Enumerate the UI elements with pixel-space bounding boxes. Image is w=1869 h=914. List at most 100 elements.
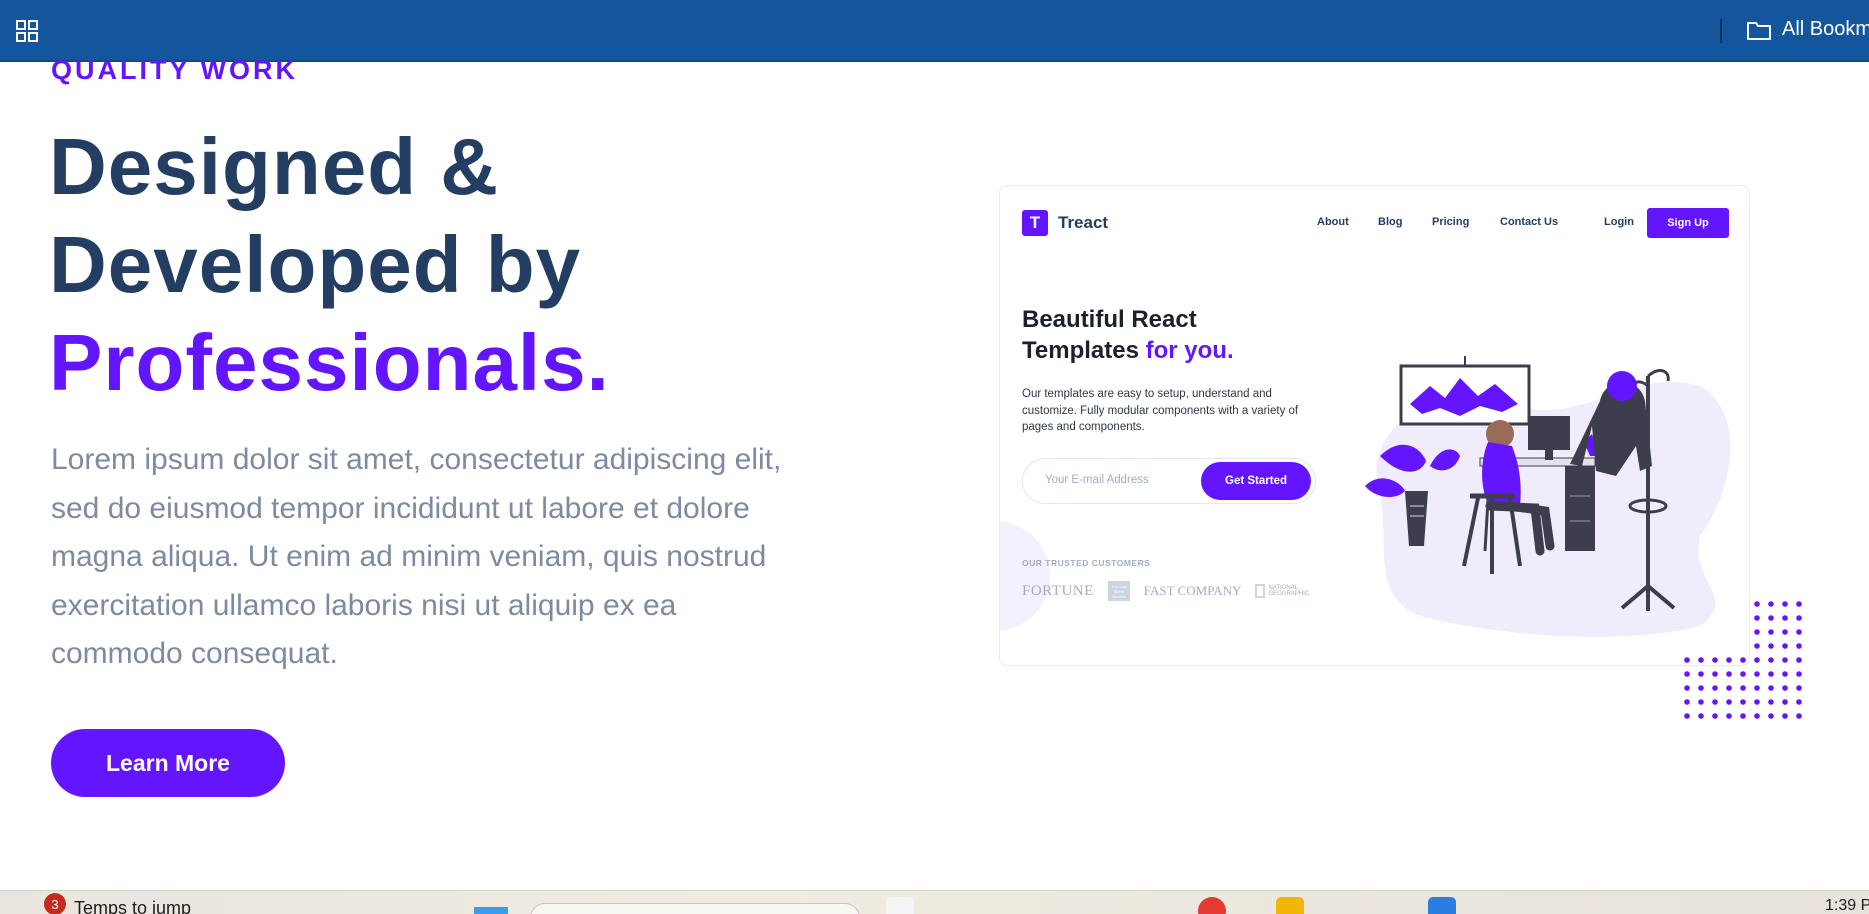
decorative-dot [1712, 671, 1718, 677]
all-bookmarks-label: All Bookmarks [1782, 18, 1869, 40]
folder-icon [1747, 21, 1771, 40]
decorative-dot [1754, 629, 1760, 635]
decorative-dot [1796, 685, 1802, 691]
preview-signup-button[interactable]: Sign Up [1647, 208, 1729, 238]
decorative-dot [1754, 699, 1760, 705]
taskbar-app-icon[interactable] [1428, 897, 1456, 914]
fortune-logo: FORTUNE [1022, 582, 1094, 599]
decorative-blob [1000, 521, 1050, 631]
decorative-dot [1740, 671, 1746, 677]
folder-icon[interactable] [1276, 897, 1304, 914]
preview-nav-blog[interactable]: Blog [1378, 216, 1402, 228]
decorative-dot [1768, 671, 1774, 677]
preview-title-line-2: Templates [1022, 337, 1139, 364]
decorative-dot [1726, 685, 1732, 691]
hero-kicker: QUALITY WORK [51, 55, 298, 85]
decorative-dot [1782, 699, 1788, 705]
decorative-dot [1726, 699, 1732, 705]
screen: All Bookmarks QUALITY WORK Designed & De… [0, 0, 1869, 914]
notification-badge[interactable]: 3 [44, 893, 66, 914]
preview-description: Our templates are easy to setup, underst… [1022, 388, 1299, 433]
decorative-dot [1782, 657, 1788, 663]
natgeo-frame-icon [1255, 584, 1266, 598]
decorative-dot [1768, 657, 1774, 663]
wsj-logo: The Wall Street Journal [1107, 581, 1130, 601]
decorative-dot [1796, 713, 1802, 719]
preview-get-started-button[interactable]: Get Started [1201, 462, 1311, 500]
decorative-dot [1768, 643, 1774, 649]
decorative-dot [1796, 643, 1802, 649]
decorative-dot [1782, 685, 1788, 691]
taskbar-news-widget[interactable]: Temps to jump [74, 898, 191, 914]
preview-title-accent: for you. [1145, 337, 1234, 364]
decorative-dot [1684, 685, 1690, 691]
decorative-dot [1740, 657, 1746, 663]
decorative-dot [1768, 629, 1774, 635]
hero-headline: Designed & Developed by Professionals. [49, 118, 610, 412]
learn-more-button[interactable]: Learn More [51, 729, 285, 797]
template-preview-card: T Treact About Blog Pricing Contact Us L… [999, 185, 1750, 666]
decorative-dot [1796, 657, 1802, 663]
national-geographic-logo: NATIONAL GEOGRAPHIC [1255, 584, 1309, 598]
decorative-dot [1768, 699, 1774, 705]
decorative-dot [1698, 657, 1704, 663]
preview-nav-about[interactable]: About [1317, 216, 1349, 228]
decorative-dot [1698, 699, 1704, 705]
decorative-dot [1782, 601, 1788, 607]
decorative-dot [1754, 713, 1760, 719]
decorative-dot [1754, 643, 1760, 649]
windows-start-icon[interactable] [474, 907, 508, 914]
decorative-dot [1740, 713, 1746, 719]
decorative-dot [1796, 699, 1802, 705]
decorative-dot [1712, 699, 1718, 705]
decorative-dot [1754, 615, 1760, 621]
decorative-dot [1782, 713, 1788, 719]
headline-accent: Professionals. [49, 318, 610, 407]
decorative-dot [1726, 713, 1732, 719]
headline-line-2: Developed by [49, 220, 582, 309]
decorative-dot [1740, 685, 1746, 691]
decorative-dot [1698, 713, 1704, 719]
grid-icon[interactable] [16, 20, 38, 42]
preview-customer-logos: FORTUNE The Wall Street Journal FAST COM… [1022, 581, 1309, 601]
taskbar-app-icon[interactable] [1198, 897, 1226, 914]
taskbar-app-icon[interactable] [886, 897, 914, 914]
decorative-dot [1796, 601, 1802, 607]
preview-brand-name: Treact [1058, 213, 1109, 232]
decorative-dot [1796, 671, 1802, 677]
decorative-dot [1754, 601, 1760, 607]
decorative-dot [1684, 671, 1690, 677]
decorative-dot [1796, 615, 1802, 621]
decorative-dot [1684, 657, 1690, 663]
preview-logo[interactable]: T Treact [1022, 210, 1108, 236]
decorative-dot [1740, 699, 1746, 705]
preview-title-line-1: Beautiful React [1022, 306, 1197, 333]
decorative-dot [1768, 615, 1774, 621]
windows-taskbar: 3 Temps to jump 1:39 P [0, 890, 1869, 914]
taskbar-clock: 1:39 P [1825, 897, 1869, 914]
decorative-dot [1754, 657, 1760, 663]
decorative-dot [1726, 671, 1732, 677]
decorative-dot [1782, 643, 1788, 649]
preview-email-form: Your E-mail Address Get Started [1022, 458, 1316, 504]
hero-description: Lorem ipsum dolor sit amet, consectetur … [51, 443, 782, 670]
decorative-dot [1684, 699, 1690, 705]
decorative-dot [1754, 685, 1760, 691]
decorative-dot [1726, 657, 1732, 663]
decorative-dots [1684, 601, 1802, 719]
decorative-dot [1712, 657, 1718, 663]
preview-login-link[interactable]: Login [1604, 216, 1634, 228]
preview-email-input[interactable]: Your E-mail Address [1045, 474, 1149, 486]
decorative-dot [1698, 685, 1704, 691]
all-bookmarks-button[interactable]: All Bookmarks [1746, 18, 1869, 41]
preview-trusted-label: OUR TRUSTED CUSTOMERS [1022, 558, 1151, 568]
headline-line-1: Designed & [49, 122, 500, 211]
bookmarks-bar: All Bookmarks [0, 0, 1869, 62]
taskbar-search-box[interactable] [530, 903, 860, 914]
preview-nav-pricing[interactable]: Pricing [1432, 216, 1469, 228]
decorative-dot [1712, 713, 1718, 719]
decorative-dot [1796, 629, 1802, 635]
preview-logo-mark: T [1022, 210, 1048, 236]
bookmarks-divider [1720, 19, 1722, 43]
preview-nav-contact[interactable]: Contact Us [1500, 216, 1558, 228]
